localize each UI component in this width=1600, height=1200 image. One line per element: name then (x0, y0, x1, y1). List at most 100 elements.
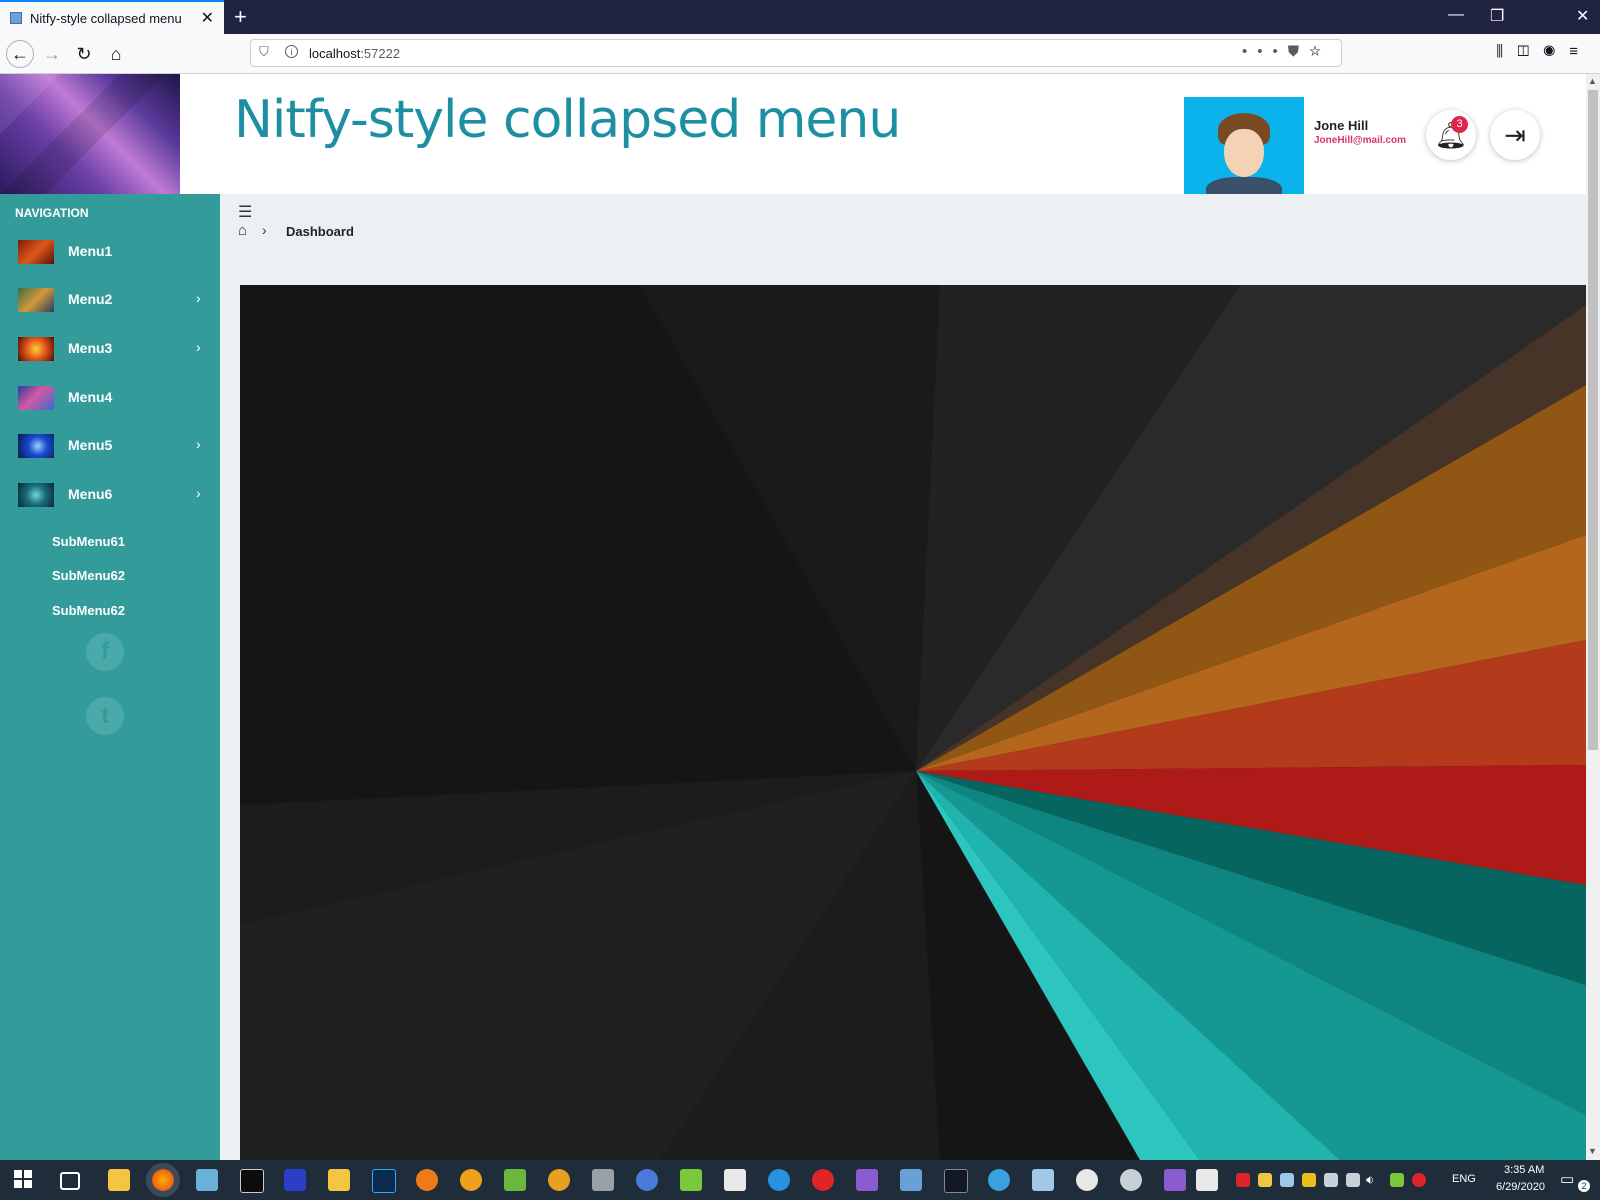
tray-app-icon[interactable] (1302, 1173, 1316, 1187)
start-icon[interactable] (14, 1170, 32, 1188)
twitter-icon[interactable]: t (86, 697, 124, 735)
opera-icon[interactable] (812, 1169, 834, 1191)
address-bar[interactable]: ⛉ i localhost:57222 •••⛊☆ (250, 39, 1342, 67)
bookmark-star-icon[interactable]: ☆ (1309, 43, 1331, 60)
app-icon[interactable] (548, 1169, 570, 1191)
tray-app-icon[interactable] (1236, 1173, 1250, 1187)
browser-tab[interactable]: Nitfy-style collapsed menu ✕ (0, 0, 224, 34)
reload-icon[interactable]: ↻ (70, 40, 98, 68)
battery-icon[interactable] (1346, 1173, 1360, 1187)
url-host: localhost (309, 46, 361, 61)
app-icon[interactable] (900, 1169, 922, 1191)
home-icon[interactable]: ⌂ (102, 40, 130, 68)
app-icon[interactable] (460, 1169, 482, 1191)
photoshop-icon[interactable] (372, 1169, 396, 1193)
action-center-icon[interactable]: ▭ (1560, 1170, 1574, 1188)
scroll-up-icon[interactable]: ▲ (1588, 76, 1597, 86)
file-explorer-icon[interactable] (108, 1169, 130, 1191)
tab-close-icon[interactable]: ✕ (201, 8, 214, 28)
submenu-item-62b[interactable]: SubMenu62 (52, 603, 125, 618)
notifications-button[interactable]: 🔔︎ 3 (1426, 110, 1476, 160)
visual-studio-icon[interactable] (856, 1169, 878, 1191)
notification-badge: 3 (1451, 116, 1468, 133)
action-center-badge: 2 (1578, 1180, 1590, 1192)
scroll-down-icon[interactable]: ▼ (1588, 1146, 1597, 1156)
tray-app-icon[interactable] (1258, 1173, 1272, 1187)
sidebar-item-menu3[interactable]: Menu3 › (0, 327, 220, 371)
browser-toolbar: ← → ↻ ⌂ ⛉ i localhost:57222 •••⛊☆ ⫼◫◉≡ (0, 34, 1600, 74)
firefox-icon[interactable] (152, 1169, 174, 1191)
app-icon[interactable] (1120, 1169, 1142, 1191)
app-icon[interactable] (988, 1169, 1010, 1191)
chevron-right-icon: › (262, 222, 267, 238)
app-icon[interactable] (944, 1169, 968, 1193)
clock-date[interactable]: 6/29/2020 (1496, 1181, 1545, 1193)
chevron-right-icon: › (196, 485, 201, 501)
page-title: Nitfy-style collapsed menu (234, 90, 901, 150)
tray-app-icon[interactable] (1390, 1173, 1404, 1187)
restore-button[interactable]: ❐ (1490, 6, 1504, 26)
app-icon[interactable] (1076, 1169, 1098, 1191)
breadcrumb-home-icon[interactable]: ⌂ (238, 222, 247, 239)
app-icon[interactable] (636, 1169, 658, 1191)
tray-app-icon[interactable] (1412, 1173, 1426, 1187)
sidebar-item-menu2[interactable]: Menu2 › (0, 278, 220, 322)
minimize-button[interactable]: — (1448, 6, 1464, 24)
sidebar-item-menu1[interactable]: Menu1 (0, 230, 220, 274)
app-icon[interactable] (196, 1169, 218, 1191)
clock-time[interactable]: 3:35 AM (1504, 1164, 1544, 1176)
network-icon[interactable] (1324, 1173, 1338, 1187)
sidebar-item-label: Menu5 (68, 437, 113, 453)
app-icon[interactable] (284, 1169, 306, 1191)
submenu-item-61[interactable]: SubMenu61 (52, 534, 125, 549)
app-icon[interactable] (680, 1169, 702, 1191)
tracking-shield-icon[interactable]: ⛉ (259, 44, 269, 60)
browser-tabstrip: Nitfy-style collapsed menu ✕ + — ❐ ✕ (0, 0, 1600, 34)
app-icon[interactable] (592, 1169, 614, 1191)
app-icon[interactable] (768, 1169, 790, 1191)
app-icon[interactable] (1196, 1169, 1218, 1191)
sidebar-item-menu6[interactable]: Menu6 › (0, 473, 220, 517)
sidebar-toggle-icon[interactable]: ☰ (238, 202, 252, 222)
task-view-icon[interactable] (60, 1172, 80, 1190)
avatar[interactable] (1184, 97, 1304, 194)
sidebar-item-menu5[interactable]: Menu5 › (0, 424, 220, 468)
tray-app-icon[interactable] (1280, 1173, 1294, 1187)
url-port: :57222 (360, 46, 401, 61)
tab-title: Nitfy-style collapsed menu (30, 11, 182, 26)
hero-rays-graphic (240, 285, 1586, 1160)
app-icon[interactable] (504, 1169, 526, 1191)
volume-icon[interactable]: 🔉︎ (1366, 1172, 1374, 1188)
logout-button[interactable]: ⇥ (1490, 110, 1540, 160)
scroll-thumb[interactable] (1588, 90, 1598, 750)
menu1-thumbnail (18, 240, 54, 264)
menu6-thumbnail (18, 483, 54, 507)
submenu-item-62[interactable]: SubMenu62 (52, 568, 125, 583)
sidebar-item-menu4[interactable]: Menu4 (0, 376, 220, 420)
chevron-right-icon: › (196, 290, 201, 306)
visual-studio-icon[interactable] (1164, 1169, 1186, 1191)
app-icon[interactable] (724, 1169, 746, 1191)
app-icon[interactable] (1032, 1169, 1054, 1191)
sidebar: NAVIGATION Menu1 Menu2 › Menu3 › Menu4 M… (0, 194, 220, 1160)
library-icon[interactable]: ⫼ (1496, 43, 1517, 60)
more-actions-icon[interactable]: ••• (1242, 43, 1288, 60)
url-text[interactable]: localhost:57222 (309, 46, 400, 61)
language-indicator[interactable]: ENG (1452, 1173, 1476, 1185)
window-close-button[interactable]: ✕ (1576, 6, 1589, 26)
back-icon[interactable]: ← (6, 40, 34, 68)
pocket-icon[interactable]: ⛊ (1288, 43, 1309, 60)
facebook-icon[interactable]: f (86, 633, 124, 671)
new-tab-button[interactable]: + (234, 4, 247, 30)
folder-icon[interactable] (328, 1169, 350, 1191)
blender-icon[interactable] (416, 1169, 438, 1191)
sidebar-toggle-icon[interactable]: ◫ (1517, 43, 1543, 60)
page-scrollbar[interactable]: ▲ ▼ (1586, 74, 1600, 1160)
terminal-icon[interactable] (240, 1169, 264, 1193)
site-info-icon[interactable]: i (285, 45, 298, 58)
menu2-thumbnail (18, 288, 54, 312)
menu5-thumbnail (18, 434, 54, 458)
account-icon[interactable]: ◉ (1543, 43, 1569, 60)
menu-icon[interactable]: ≡ (1569, 43, 1592, 60)
forward-icon[interactable]: → (38, 40, 66, 68)
